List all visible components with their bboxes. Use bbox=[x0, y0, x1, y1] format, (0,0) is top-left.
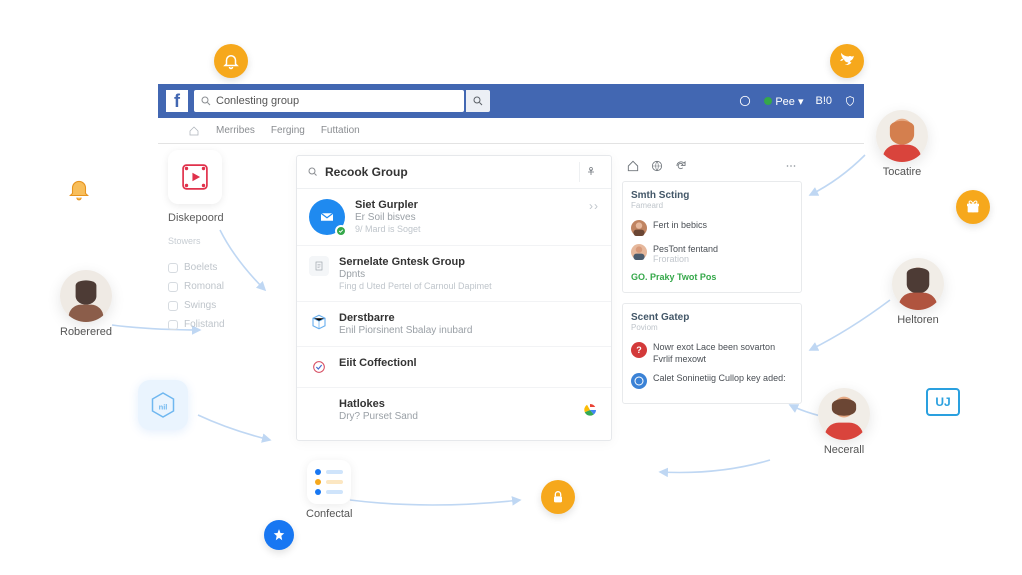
search-icon bbox=[472, 95, 484, 107]
bullet-tile: Confectal bbox=[306, 460, 352, 520]
tile-blue-left: nil bbox=[138, 380, 188, 430]
google-icon[interactable] bbox=[581, 401, 599, 419]
item-title: Eiit Coffectionl bbox=[339, 357, 599, 369]
left-sidebar: Diskepoord Stowers Boelets Romonal Swing… bbox=[168, 150, 288, 334]
gift-coin bbox=[956, 190, 990, 224]
svg-text:nil: nil bbox=[159, 403, 168, 412]
right-panel: Smth Scting Fameard Fert in bebics PesTo… bbox=[622, 155, 802, 414]
shield-icon[interactable] bbox=[844, 95, 856, 107]
tab-futtation[interactable]: Futtation bbox=[321, 125, 360, 136]
monitor-icon: UJ bbox=[926, 388, 960, 416]
card-gatep: Scent Gatep Poviom ? Nowr exot Lace been… bbox=[622, 303, 802, 404]
tab-members[interactable]: Merribes bbox=[216, 125, 255, 136]
card-sub: Fameard bbox=[631, 201, 793, 210]
check-ring-icon bbox=[309, 357, 329, 377]
center-item-1[interactable]: Siet Gurpler Er Soil bisves 9/ Mard is S… bbox=[297, 189, 611, 246]
lock-coin bbox=[541, 480, 575, 514]
center-title: Recook Group bbox=[325, 165, 408, 179]
item-sub: Er Soil bisves bbox=[355, 212, 579, 223]
item-sub: Dry? Purset Sand bbox=[339, 411, 571, 422]
avatar-label: Necerall bbox=[824, 444, 864, 456]
avatar-right-bot: Necerall bbox=[818, 388, 870, 456]
left-sub: Stowers bbox=[168, 236, 288, 246]
avatar-label: Heltoren bbox=[897, 314, 939, 326]
center-item-3[interactable]: Derstbarre Enil Piorsinent Sbalay inubar… bbox=[297, 302, 611, 347]
center-item-4[interactable]: Eiit Coffectionl bbox=[297, 347, 611, 388]
card-link[interactable]: GO. Praky Twot Pos bbox=[631, 272, 793, 282]
add-button[interactable] bbox=[579, 162, 601, 182]
bell-outline-icon bbox=[66, 176, 92, 202]
search-button[interactable] bbox=[466, 90, 490, 112]
bullet-label: Confectal bbox=[306, 508, 352, 520]
search-input[interactable] bbox=[216, 95, 458, 107]
item-sub: Enil Piorsinent Sbalay inubard bbox=[339, 325, 599, 336]
left-nav-3[interactable]: Swings bbox=[168, 296, 288, 315]
center-item-2[interactable]: Sernelate Gntesk Group Dpnts Fing d Uted… bbox=[297, 246, 611, 302]
item-sub2: Fing d Uted Pertel of Carnoul Dapimet bbox=[339, 281, 599, 291]
avatar-right-top: Tocatire bbox=[876, 110, 928, 178]
left-nav-2[interactable]: Romonal bbox=[168, 277, 288, 296]
cube-icon bbox=[309, 312, 329, 332]
item-sub2: 9/ Mard is Soget bbox=[355, 224, 579, 234]
avatar-left-1: Roberered bbox=[60, 270, 112, 338]
avatar-label: Tocatire bbox=[883, 166, 922, 178]
star-coin bbox=[264, 520, 294, 550]
more-icon[interactable]: ›› bbox=[589, 199, 599, 213]
card-row[interactable]: Calet Soninetiig Cullop key aded: bbox=[631, 369, 793, 393]
refresh-icon[interactable] bbox=[674, 159, 688, 173]
monitor-label: UJ bbox=[935, 395, 950, 409]
center-header: Recook Group bbox=[297, 156, 611, 189]
card-row[interactable]: Fert in bebics bbox=[631, 216, 793, 240]
top-bar: f Pee ▾ B!0 bbox=[158, 84, 864, 118]
item-sub: Dpnts bbox=[339, 269, 599, 280]
item-title: Derstbarre bbox=[339, 312, 599, 324]
left-nav-4[interactable]: Folistand bbox=[168, 315, 288, 334]
search-icon[interactable] bbox=[307, 166, 319, 178]
bird-coin bbox=[830, 44, 864, 78]
center-item-5[interactable]: Hatlokes Dry? Purset Sand bbox=[297, 388, 611, 432]
ellipsis-icon[interactable] bbox=[784, 159, 798, 173]
home-icon[interactable] bbox=[626, 159, 640, 173]
top-badge[interactable]: Pee ▾ bbox=[764, 95, 803, 108]
fb-logo[interactable]: f bbox=[166, 90, 188, 112]
avatar-label: Roberered bbox=[60, 326, 112, 338]
left-tile-label: Diskepoord bbox=[168, 212, 288, 224]
home-icon[interactable] bbox=[188, 125, 200, 137]
card-row[interactable]: PesTont fentandFroration bbox=[631, 240, 793, 268]
circle-icon[interactable] bbox=[738, 94, 752, 108]
item-title: Hatlokes bbox=[339, 398, 571, 410]
globe-icon[interactable] bbox=[650, 159, 664, 173]
card-sub: Poviom bbox=[631, 323, 793, 332]
video-tile[interactable] bbox=[168, 150, 222, 204]
search-icon bbox=[200, 95, 212, 107]
doc-icon bbox=[309, 256, 329, 276]
item-title: Sernelate Gntesk Group bbox=[339, 256, 599, 268]
top-badge-2[interactable]: B!0 bbox=[815, 95, 832, 107]
mail-icon bbox=[309, 199, 345, 235]
card-title: Scent Gatep bbox=[631, 312, 793, 323]
center-panel: Recook Group Siet Gurpler Er Soil bisves… bbox=[296, 155, 612, 441]
item-title: Siet Gurpler bbox=[355, 199, 579, 211]
avatar-right-mid: Heltoren bbox=[892, 258, 944, 326]
card-row[interactable]: ? Nowr exot Lace been sovarton Fvrlif me… bbox=[631, 338, 793, 369]
tabs-row: Merribes Ferging Futtation bbox=[158, 118, 864, 144]
bell-coin-top bbox=[214, 44, 248, 78]
search-box[interactable] bbox=[194, 90, 464, 112]
left-nav-1[interactable]: Boelets bbox=[168, 258, 288, 277]
card-setting: Smth Scting Fameard Fert in bebics PesTo… bbox=[622, 181, 802, 293]
card-title: Smth Scting bbox=[631, 190, 793, 201]
tab-forging[interactable]: Ferging bbox=[271, 125, 305, 136]
